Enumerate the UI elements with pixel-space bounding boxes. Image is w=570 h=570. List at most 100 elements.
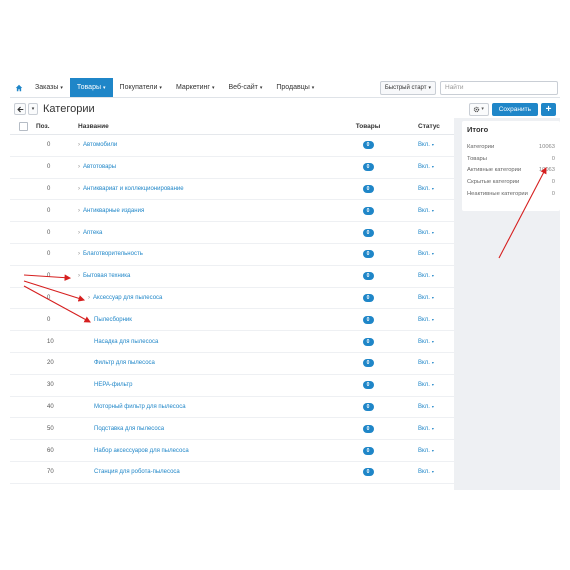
category-link[interactable]: Станция для робота-пылесоса [94, 469, 180, 475]
nav-item[interactable]: Маркетинг ▾ [169, 78, 222, 97]
nav-item[interactable]: Заказы ▾ [28, 78, 70, 97]
nav-item-label: Продавцы [276, 84, 310, 91]
category-link[interactable]: Моторный фильтр для пылесоса [94, 404, 186, 410]
status-label: Вкл. [418, 316, 430, 323]
add-category-button[interactable]: + [541, 102, 556, 116]
row-position: 0 [47, 251, 51, 258]
quick-start-button[interactable]: Быстрый старт ▾ [379, 80, 436, 95]
chevron-down-icon: ▾ [31, 106, 35, 112]
category-link[interactable]: Подставка для пылесоса [94, 426, 164, 432]
chevron-down-icon: ▾ [60, 84, 63, 91]
chevron-down-icon: ▾ [431, 142, 434, 148]
chevron-down-icon: ▾ [431, 469, 434, 475]
status-dropdown[interactable]: Вкл. ▾ [418, 360, 454, 366]
status-dropdown[interactable]: Вкл. ▾ [418, 339, 454, 345]
status-dropdown[interactable]: Вкл. ▾ [418, 448, 454, 454]
category-link[interactable]: Благотворительность [83, 251, 143, 257]
summary-title: Итого [467, 125, 489, 134]
nav-item[interactable]: Покупатели ▾ [113, 78, 169, 97]
status-dropdown[interactable]: Вкл. ▾ [418, 426, 454, 432]
summary-label: Активные категории [467, 167, 522, 174]
status-label: Вкл. [418, 142, 430, 149]
row-position: 40 [47, 403, 54, 410]
quick-start-label: Быстрый старт [384, 84, 427, 91]
goods-count-badge: 0 [362, 315, 374, 324]
nav-item[interactable]: Веб-сайт ▾ [222, 78, 270, 97]
save-button[interactable]: Сохранить [491, 102, 538, 116]
category-link[interactable]: Аптека [83, 230, 102, 236]
summary-value: 10063 [538, 167, 555, 174]
status-label: Вкл. [418, 185, 430, 192]
category-link[interactable]: HEPA-фильтр [94, 382, 132, 388]
expand-toggle-icon[interactable]: › [78, 251, 80, 257]
status-label: Вкл. [418, 294, 430, 301]
settings-dropdown-button[interactable]: ▾ [468, 102, 489, 116]
home-link[interactable] [10, 78, 28, 97]
expand-toggle-icon[interactable]: › [78, 164, 80, 170]
category-link[interactable]: Пылесборник [94, 317, 132, 323]
column-name: Название [78, 122, 109, 130]
category-link[interactable]: Бытовая техника [83, 273, 130, 279]
category-link[interactable]: Набор аксессуаров для пылесоса [94, 448, 189, 454]
back-button[interactable] [14, 103, 26, 115]
category-link[interactable]: Автотовары [83, 164, 116, 170]
status-dropdown[interactable]: Вкл. ▾ [418, 230, 454, 236]
expand-toggle-icon[interactable]: › [88, 295, 90, 301]
summary-card: Итого Категории 10063 Товары 0 Активные кате… [462, 121, 560, 211]
status-label: Вкл. [418, 229, 430, 236]
main-menu: Заказы ▾ Товары ▾ Покупатели ▾ Маркетинг ▾ Веб-с… [28, 78, 321, 97]
status-dropdown[interactable]: Вкл. ▾ [418, 208, 454, 214]
nav-item-label: Товары [76, 84, 102, 91]
sidebar: Итого Категории 10063 Товары 0 Активные кате… [454, 118, 560, 490]
goods-count-badge: 0 [362, 337, 374, 346]
status-label: Вкл. [418, 469, 430, 476]
expand-toggle-icon[interactable]: › [78, 186, 80, 192]
chevron-down-icon: ▾ [431, 294, 434, 300]
select-all-checkbox[interactable] [18, 121, 28, 131]
home-icon [15, 84, 23, 91]
category-link[interactable]: Антиквариат и коллекционирование [83, 186, 184, 192]
status-dropdown[interactable]: Вкл. ▾ [418, 164, 454, 170]
goods-count-badge: 0 [362, 468, 374, 477]
chevron-down-icon: ▾ [431, 360, 434, 366]
expand-toggle-icon[interactable]: › [78, 273, 80, 279]
status-dropdown[interactable]: Вкл. ▾ [418, 404, 454, 410]
status-dropdown[interactable]: Вкл. ▾ [418, 382, 454, 388]
row-position: 0 [47, 273, 51, 280]
chevron-down-icon: ▾ [103, 84, 106, 91]
row-position: 0 [47, 164, 51, 171]
category-link[interactable]: Аксессуар для пылесоса [93, 295, 162, 301]
summary-label: Скрытые категории [467, 179, 520, 186]
status-dropdown[interactable]: Вкл. ▾ [418, 251, 454, 257]
table-header: Поз. Название Товары Статус [10, 118, 454, 135]
table-row: 0 › Благотворительность 0 Вкл. ▾ [10, 244, 454, 266]
expand-toggle-icon[interactable]: › [78, 230, 80, 236]
status-dropdown[interactable]: Вкл. ▾ [418, 273, 454, 279]
category-link[interactable]: Антикварные издания [83, 208, 144, 214]
summary-row: Товары 0 [467, 153, 555, 165]
status-label: Вкл. [418, 360, 430, 367]
category-link[interactable]: Фильтр для пылесоса [94, 360, 155, 366]
status-dropdown[interactable]: Вкл. ▾ [418, 142, 454, 148]
category-link[interactable]: Насадка для пылесоса [94, 339, 158, 345]
chevron-down-icon: ▾ [159, 84, 162, 91]
summary-label: Неактивные категории [467, 191, 528, 198]
chevron-down-icon: ▾ [431, 251, 434, 257]
nav-item[interactable]: Товары ▾ [69, 78, 113, 97]
status-dropdown[interactable]: Вкл. ▾ [418, 295, 454, 301]
chevron-down-icon: ▾ [431, 273, 434, 279]
expand-toggle-icon[interactable]: › [78, 208, 80, 214]
status-label: Вкл. [418, 403, 430, 410]
status-dropdown[interactable]: Вкл. ▾ [418, 186, 454, 192]
status-dropdown[interactable]: Вкл. ▾ [418, 469, 454, 475]
summary-row: Активные категории 10063 [467, 165, 555, 177]
page-menu-button[interactable]: ▾ [28, 103, 38, 115]
expand-toggle-icon[interactable]: › [78, 142, 80, 148]
status-dropdown[interactable]: Вкл. ▾ [418, 317, 454, 323]
table-row: 20 Фильтр для пылесоса 0 Вкл. ▾ [10, 353, 454, 375]
category-link[interactable]: Автомобили [83, 142, 117, 148]
table-body: 0 › Автомобили 0 Вкл. ▾ 0 › Автотовары 0 Вкл. ▾ 0 › Ан… [10, 135, 454, 484]
status-label: Вкл. [418, 164, 430, 171]
nav-item[interactable]: Продавцы ▾ [269, 78, 321, 97]
search-input[interactable] [440, 80, 558, 95]
